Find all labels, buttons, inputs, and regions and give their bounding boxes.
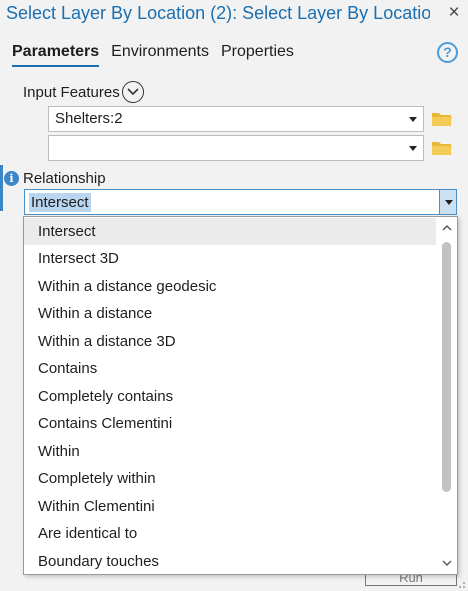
input-features-label: Input Features: [23, 84, 120, 101]
relationship-label: Relationship: [23, 170, 106, 187]
folder-icon[interactable]: [431, 139, 453, 157]
relationship-option[interactable]: Within Clementini: [24, 493, 436, 520]
tab-environments[interactable]: Environments: [111, 43, 209, 67]
relationship-selected-value: Intersect: [29, 193, 91, 212]
help-icon[interactable]: ?: [437, 42, 458, 63]
dropdown-scrollbar[interactable]: [437, 217, 457, 574]
relationship-dropdown-button[interactable]: [439, 190, 456, 214]
info-icon[interactable]: i: [4, 171, 19, 186]
tab-properties[interactable]: Properties: [221, 43, 294, 67]
relationship-option[interactable]: Within a distance: [24, 300, 436, 327]
relationship-option[interactable]: Are identical to: [24, 520, 436, 547]
relationship-option[interactable]: Within a distance 3D: [24, 328, 436, 355]
scrollbar-thumb[interactable]: [442, 242, 451, 492]
relationship-option[interactable]: Within: [24, 438, 436, 465]
relationship-option[interactable]: Intersect: [24, 218, 436, 245]
relationship-option[interactable]: Within a distance geodesic: [24, 273, 436, 300]
scroll-up-icon[interactable]: [442, 223, 452, 233]
input-features-value: Shelters:2: [55, 110, 123, 127]
window-title: Select Layer By Location (2): Select Lay…: [6, 3, 430, 23]
relationship-option[interactable]: Intersect 3D: [24, 245, 436, 272]
tab-bar: Parameters Environments Properties: [12, 43, 306, 67]
relationship-option[interactable]: Contains: [24, 355, 436, 382]
relationship-option[interactable]: Contains Clementini: [24, 410, 436, 437]
dropdown-arrow-icon[interactable]: [409, 117, 417, 122]
collapse-chevron-icon[interactable]: [122, 81, 144, 103]
relationship-option[interactable]: Completely within: [24, 465, 436, 492]
tab-parameters[interactable]: Parameters: [12, 43, 100, 67]
scroll-down-icon[interactable]: [442, 558, 452, 568]
folder-icon[interactable]: [431, 110, 453, 128]
info-indicator-bar: [0, 165, 3, 211]
resize-grip-icon[interactable]: [456, 579, 466, 589]
close-icon[interactable]: ×: [444, 2, 464, 24]
title-bar: Select Layer By Location (2): Select Lay…: [0, 0, 468, 30]
input-features-combo-2[interactable]: [48, 135, 424, 161]
relationship-option[interactable]: Completely contains: [24, 383, 436, 410]
relationship-dropdown-list: Intersect Intersect 3D Within a distance…: [23, 216, 458, 575]
dropdown-arrow-icon: [445, 200, 453, 205]
relationship-combo[interactable]: Intersect: [24, 189, 457, 215]
input-features-combo-1[interactable]: Shelters:2: [48, 106, 424, 132]
dropdown-arrow-icon[interactable]: [409, 146, 417, 151]
relationship-option[interactable]: Boundary touches: [24, 548, 436, 574]
